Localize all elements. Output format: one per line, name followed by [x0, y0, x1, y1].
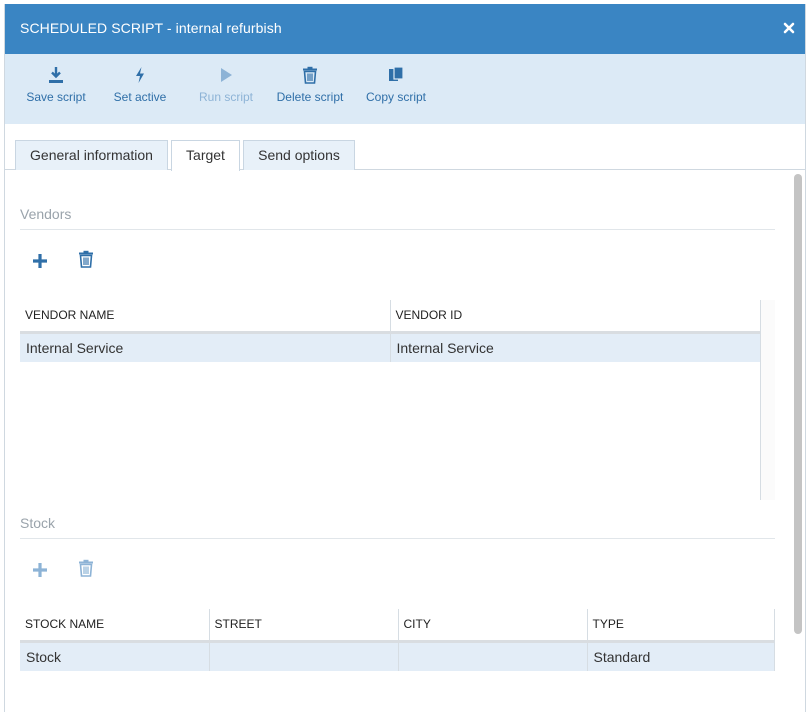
column-header-stock-name[interactable]: STOCK NAME: [20, 609, 210, 643]
stock-name-cell[interactable]: Stock: [20, 641, 210, 671]
type-cell[interactable]: Standard: [587, 641, 774, 671]
tab-general-information[interactable]: General information: [15, 140, 168, 170]
vendors-divider: [20, 229, 775, 230]
vendor-name-cell[interactable]: Internal Service: [20, 332, 391, 362]
add-stock-button[interactable]: [31, 561, 49, 579]
delete-stock-button[interactable]: [77, 559, 95, 577]
copy-script-label: Copy script: [365, 90, 427, 104]
run-script-label: Run script: [198, 90, 254, 104]
close-icon[interactable]: [782, 21, 796, 35]
set-active-label: Set active: [113, 90, 167, 104]
lightning-icon: [131, 66, 149, 84]
save-script-label: Save script: [26, 90, 86, 104]
copy-script-button[interactable]: Copy script: [365, 66, 427, 116]
tab-bar: General information Target Send options: [5, 124, 805, 171]
stock-header-row: STOCK NAME STREET CITY TYPE: [20, 609, 774, 643]
vendor-id-cell[interactable]: Internal Service: [390, 332, 760, 362]
column-header-street[interactable]: STREET: [209, 609, 399, 643]
add-vendor-button[interactable]: [31, 252, 49, 270]
stock-divider: [20, 538, 775, 539]
city-cell[interactable]: [398, 641, 588, 671]
delete-script-button[interactable]: Delete script: [275, 66, 345, 116]
copy-icon: [387, 66, 405, 84]
tab-send-options[interactable]: Send options: [243, 140, 355, 170]
delete-vendor-button[interactable]: [77, 250, 95, 268]
trash-icon: [301, 66, 319, 84]
column-header-vendor-id[interactable]: VENDOR ID: [390, 300, 760, 334]
tab-content-target: Vendors VENDOR NAME VENDOR ID Internal S…: [5, 170, 791, 712]
column-header-type[interactable]: TYPE: [587, 609, 774, 643]
vendors-section-title: Vendors: [20, 206, 72, 222]
table-row[interactable]: Stock Standard: [20, 641, 774, 671]
set-active-button[interactable]: Set active: [112, 66, 168, 116]
run-script-button[interactable]: Run script: [195, 66, 257, 116]
plus-icon: [33, 254, 47, 268]
tab-target[interactable]: Target: [171, 140, 240, 171]
content-scrollbar[interactable]: [794, 174, 802, 634]
table-row[interactable]: Internal Service Internal Service: [20, 332, 760, 362]
vendors-grid-scrollbar[interactable]: [760, 300, 775, 500]
vendors-header-row: VENDOR NAME VENDOR ID: [20, 300, 760, 334]
scheduled-script-dialog: SCHEDULED SCRIPT - internal refurbish Sa…: [4, 4, 806, 712]
download-icon: [47, 66, 65, 84]
stock-grid: STOCK NAME STREET CITY TYPE Stock Standa…: [20, 609, 775, 671]
column-header-city[interactable]: CITY: [398, 609, 588, 643]
play-icon: [217, 66, 235, 84]
plus-icon: [33, 563, 47, 577]
vendors-grid: VENDOR NAME VENDOR ID Internal Service I…: [20, 300, 760, 362]
save-script-button[interactable]: Save script: [25, 66, 87, 116]
delete-script-label: Delete script: [276, 90, 344, 104]
toolbar: Save script Set active Run script Delete…: [5, 54, 805, 124]
street-cell[interactable]: [209, 641, 399, 671]
column-header-vendor-name[interactable]: VENDOR NAME: [20, 300, 391, 334]
trash-icon: [79, 559, 93, 577]
dialog-titlebar: SCHEDULED SCRIPT - internal refurbish: [5, 4, 805, 54]
trash-icon: [79, 250, 93, 268]
stock-section-title: Stock: [20, 515, 56, 531]
dialog-title: SCHEDULED SCRIPT - internal refurbish: [20, 20, 282, 36]
